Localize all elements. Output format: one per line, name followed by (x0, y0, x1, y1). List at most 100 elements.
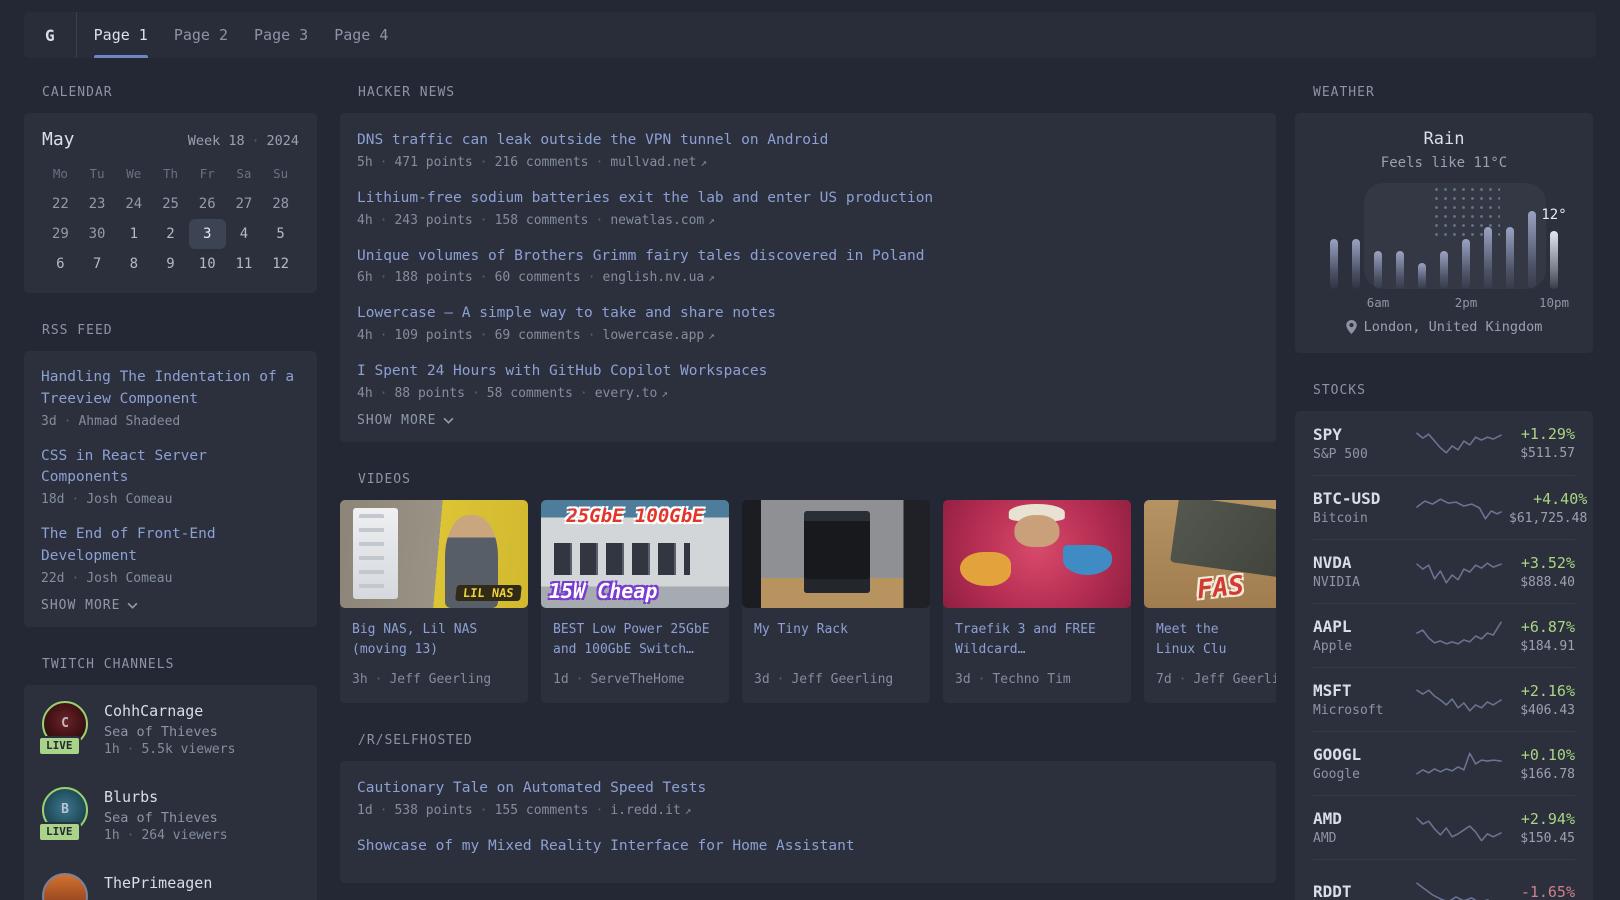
separator-dot (480, 213, 488, 228)
left-column: CALENDAR May Week 182024 Mo Tu We Th Fr (24, 85, 317, 900)
twitch-channel-info: CohhCarnage Sea of Thieves 1h 5.5k viewer… (104, 701, 235, 757)
tab-page-2[interactable]: Page 2 (174, 12, 228, 58)
hackernews-show-more-button[interactable]: SHOW MORE (357, 413, 454, 428)
weather-location[interactable]: London, United Kingdom (1315, 319, 1573, 335)
video-card[interactable]: LIL NAS Big NAS, Lil NAS (moving 13) 3h J… (340, 499, 528, 703)
rss-item: CSS in React Server Components 18d Josh C… (41, 446, 300, 508)
video-meta: 1d ServeTheHome (553, 672, 717, 687)
reddit-item-title[interactable]: Cautionary Tale on Automated Speed Tests (357, 778, 706, 800)
news-item-title[interactable]: Lithium-free sodium batteries exit the l… (357, 188, 933, 210)
news-item-meta: 4h 88 points 58 comments every.to↗ (357, 386, 1259, 401)
stock-row[interactable]: AMD AMD +2.94% $150.45 (1313, 795, 1575, 859)
app-logo[interactable]: G (24, 12, 77, 58)
rss-item-title[interactable]: Handling The Indentation of a Treeview C… (41, 367, 300, 411)
widget-title-hackernews: HACKER NEWS (358, 85, 456, 100)
video-title[interactable]: My Tiny Rack (754, 620, 918, 662)
rss-item-title[interactable]: CSS in React Server Components (41, 446, 300, 490)
day-cell: 22 (51, 196, 69, 212)
temperature-label: 12° (1541, 207, 1567, 223)
video-thumbnail[interactable]: LIL NAS (340, 499, 528, 608)
stock-row[interactable]: SPY S&P 500 +1.29% $511.57 (1313, 411, 1575, 475)
twitch-channel-row[interactable]: ThePrimeagen (42, 872, 299, 900)
news-item-title[interactable]: Lowercase – A simple way to take and sha… (357, 303, 776, 325)
external-link-icon: ↗ (708, 329, 715, 342)
day-cell-selected: 3 (188, 219, 226, 249)
separator-dot (596, 803, 604, 818)
stock-row[interactable]: GOOGL Google +0.10% $166.78 (1313, 731, 1575, 795)
stock-name: S&P 500 (1313, 446, 1368, 462)
stock-price: $888.40 (1520, 574, 1575, 590)
avatar: C LIVE (38, 700, 88, 756)
stock-row[interactable]: RDDT -1.65% (1313, 859, 1575, 900)
rss-show-more-button[interactable]: SHOW MORE (41, 598, 138, 613)
stock-values: +1.29% $511.57 (1509, 425, 1575, 461)
separator-dot (375, 672, 383, 687)
twitch-channel-row[interactable]: C LIVE CohhCarnage Sea of Thieves 1h 5.5k… (38, 700, 299, 757)
news-item-title[interactable]: Unique volumes of Brothers Grimm fairy t… (357, 246, 924, 268)
news-item-title[interactable]: DNS traffic can leak outside the VPN tun… (357, 130, 828, 152)
stock-name: Google (1313, 767, 1360, 782)
avatar-letter: C (61, 716, 69, 731)
item-domain: mullvad.net (610, 154, 697, 170)
stock-row[interactable]: AAPL Apple +6.87% $184.91 (1313, 603, 1575, 667)
video-card[interactable]: 25GbE 100GbE 15W Cheap BEST Low Power 25… (541, 499, 729, 703)
temp-bar (1484, 227, 1492, 289)
stock-identity: AAPL Apple (1313, 617, 1409, 654)
day-cell: 27 (235, 196, 253, 212)
rss-widget: RSS FEED Handling The Indentation of a T… (24, 323, 317, 627)
video-thumbnail[interactable] (742, 499, 930, 608)
video-thumbnail[interactable]: 25GbE 100GbE 15W Cheap (541, 499, 729, 608)
video-card[interactable]: FAS Meet the Linux Clu 7d Jeff Geerling (1144, 499, 1276, 703)
calendar-month: May (42, 129, 75, 150)
stock-identity: MSFT Microsoft (1313, 681, 1409, 718)
news-item: Lowercase – A simple way to take and sha… (357, 302, 1259, 343)
video-title[interactable]: BEST Low Power 25GbE and 100GbE Switch… (553, 620, 717, 662)
tab-page-1[interactable]: Page 1 (93, 12, 149, 58)
stock-name: Bitcoin (1313, 511, 1368, 526)
rss-item-title[interactable]: The End of Front-End Development (41, 524, 300, 568)
video-title[interactable]: Meet the Linux Clu (1156, 620, 1276, 662)
stock-symbol: RDDT (1313, 882, 1352, 900)
weekday-label: Th (162, 166, 179, 181)
item-points: 471 points (394, 154, 473, 170)
separator-dot (380, 213, 388, 228)
tab-page-4[interactable]: Page 4 (334, 12, 388, 58)
live-badge: LIVE (38, 735, 81, 756)
item-source-link[interactable]: every.to ↗ (595, 386, 668, 401)
tab-page-3[interactable]: Page 3 (254, 12, 308, 58)
stock-identity: GOOGL Google (1313, 745, 1409, 782)
item-domain: newatlas.com (610, 212, 705, 228)
twitch-channel-row[interactable]: B LIVE Blurbs Sea of Thieves 1h 264 viewe… (38, 786, 299, 843)
video-title[interactable]: Big NAS, Lil NAS (moving 13) (352, 620, 516, 662)
video-card[interactable]: My Tiny Rack 3d Jeff Geerling (742, 499, 930, 703)
video-thumbnail[interactable] (943, 499, 1131, 608)
thumbnail-art (353, 508, 399, 600)
news-item-title[interactable]: I Spent 24 Hours with GitHub Copilot Wor… (357, 361, 767, 383)
item-domain: lowercase.app (602, 328, 705, 343)
item-source-link[interactable]: lowercase.app ↗ (603, 328, 715, 343)
stock-row[interactable]: NVDA NVIDIA +3.52% $888.40 (1313, 539, 1575, 603)
item-source-link[interactable]: english.nv.ua ↗ (603, 270, 715, 285)
item-points: 243 points (394, 212, 473, 228)
item-time: 1d (357, 802, 373, 818)
video-title[interactable]: Traefik 3 and FREE Wildcard… (955, 620, 1119, 662)
stock-row[interactable]: BTC-USD Bitcoin +4.40% $61,725.48 (1313, 475, 1587, 539)
calendar-days-grid: 22 23 24 25 26 27 28 29 30 1 2 3 4 5 6 7… (42, 189, 299, 279)
video-card[interactable]: Traefik 3 and FREE Wildcard… 3d Techno Ti… (943, 499, 1131, 703)
item-source-link[interactable]: mullvad.net ↗ (610, 155, 707, 170)
stock-change: +6.87% (1520, 617, 1575, 636)
news-item: I Spent 24 Hours with GitHub Copilot Wor… (357, 360, 1259, 401)
day-cell: 2 (166, 226, 175, 242)
video-meta: 3d Techno Tim (955, 672, 1119, 687)
reddit-item-title[interactable]: Showcase of my Mixed Reality Interface f… (357, 836, 855, 858)
stock-row[interactable]: MSFT Microsoft +2.16% $406.43 (1313, 667, 1575, 731)
stock-price: $184.91 (1520, 638, 1575, 654)
temp-bar (1462, 239, 1470, 289)
item-source-link[interactable]: newatlas.com ↗ (610, 213, 715, 228)
day-cell: 7 (92, 256, 102, 272)
stock-sparkline (1416, 751, 1502, 775)
video-thumbnail[interactable]: FAS (1144, 499, 1276, 608)
item-comments: 155 comments (494, 802, 589, 818)
item-source-link[interactable]: i.redd.it ↗ (610, 803, 691, 818)
video-age: 7d (1156, 671, 1172, 687)
